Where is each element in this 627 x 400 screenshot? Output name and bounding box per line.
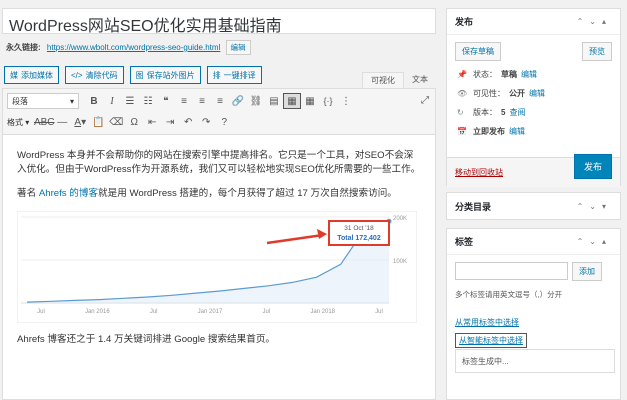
toolbar-toggle-icon[interactable]: ▦: [283, 93, 301, 109]
traffic-chart: 200K 100K Jul Jan 2016 Jul Jan 2017 Jul Jan 201…: [16, 210, 418, 324]
undo-icon[interactable]: ↶: [179, 114, 197, 130]
indent-icon[interactable]: ⇥: [161, 114, 179, 130]
special-char-icon[interactable]: Ω: [125, 114, 143, 130]
bullet-list-icon[interactable]: ☰: [121, 93, 139, 109]
blockquote-icon[interactable]: ❝: [157, 93, 175, 109]
media-buttons: 媒添加媒体 </> 清除代码 图保存站外图片 排一键排译: [4, 66, 262, 84]
calendar-icon: 📅: [457, 127, 467, 136]
pin-icon: 📌: [457, 70, 467, 79]
chevron-down-icon: ▾: [69, 96, 74, 106]
code-icon: </>: [71, 70, 83, 80]
more-icon[interactable]: ⋮: [337, 93, 355, 109]
permalink-url[interactable]: https://www.wbolt.com/wordpress-seo-guid…: [47, 43, 220, 52]
tags-header: 标签 ⌃⌄▴: [447, 229, 620, 255]
tags-box: 标签 ⌃⌄▴ 添加 多个标签请用英文逗号（,）分开 从常用标签中选择 从智能标签…: [446, 228, 621, 400]
editor-content[interactable]: WordPress 本身并不会帮助你的网站在搜索引擎中提高排名。它只是一个工具，…: [3, 135, 435, 371]
fullscreen-icon[interactable]: ⤢: [421, 95, 429, 106]
editor-tabs: 可视化 文本: [362, 72, 436, 88]
categories-box: 分类目录 ⌃⌄▾: [446, 192, 621, 220]
x-tick-label: Jan 2017: [198, 309, 223, 315]
clear-formatting-icon[interactable]: ⌫: [107, 114, 125, 130]
trash-link[interactable]: 移动到回收站: [455, 167, 503, 178]
format-icon: 排: [212, 70, 221, 80]
image-icon: 图: [135, 70, 144, 80]
visibility-row: 👁 可见性： 公开 编辑: [457, 88, 545, 99]
x-tick-label: Jul: [262, 309, 270, 315]
schedule-row: 📅 立即发布 编辑: [457, 126, 525, 137]
read-more-icon[interactable]: ▤: [265, 93, 283, 109]
tag-input[interactable]: [455, 262, 568, 280]
paragraph-1: WordPress 本身并不会帮助你的网站在搜索引擎中提高排名。它只是一个工具，…: [17, 150, 421, 175]
tag-generating-status: 标签生成中...: [455, 349, 615, 373]
x-tick-label: Jan 2018: [310, 309, 335, 315]
publish-box-header: 发布 ⌃⌄▴: [447, 9, 620, 35]
y-tick-label: 100K: [393, 259, 407, 265]
save-draft-button[interactable]: 保存草稿: [455, 42, 501, 61]
save-external-images-button[interactable]: 图保存站外图片: [129, 66, 201, 84]
align-right-icon[interactable]: ≡: [211, 93, 229, 109]
schedule-edit-link[interactable]: 编辑: [509, 126, 525, 137]
visibility-edit-link[interactable]: 编辑: [529, 88, 545, 99]
revisions-icon: ↻: [457, 108, 464, 117]
status-row: 📌 状态： 草稿 编辑: [457, 69, 537, 80]
ahrefs-blog-link[interactable]: Ahrefs 的博客: [39, 188, 98, 199]
x-tick-label: Jul: [150, 309, 158, 315]
editor-toolbar: 段落 ▾ B I ☰ ☷ ❝ ≡ ≡ ≡ 🔗 ⛓ ▤ ▦ ▦ {·} ⋮ 格式 ▾…: [3, 89, 435, 135]
format-select[interactable]: 段落 ▾: [7, 93, 79, 109]
code-block-icon[interactable]: {·}: [319, 93, 337, 109]
traffic-chart-svg: 200K 100K Jul Jan 2016 Jul Jan 2017 Jul Jan 201…: [16, 210, 418, 324]
x-tick-label: Jul: [375, 309, 383, 315]
permalink-edit-button[interactable]: 编辑: [225, 40, 251, 55]
tab-text[interactable]: 文本: [404, 72, 436, 88]
post-title-input[interactable]: WordPress网站SEO优化实用基础指南: [2, 8, 436, 35]
x-tick-label: Jul: [37, 309, 45, 315]
horizontal-line-icon[interactable]: —: [53, 114, 71, 130]
add-media-button[interactable]: 媒添加媒体: [4, 66, 59, 84]
italic-icon[interactable]: I: [103, 93, 121, 109]
align-left-icon[interactable]: ≡: [175, 93, 193, 109]
help-icon[interactable]: ?: [215, 114, 233, 130]
text-color-icon[interactable]: A ▾: [71, 114, 89, 130]
media-icon: 媒: [10, 70, 18, 80]
publish-box: 发布 ⌃⌄▴ 保存草稿 预览 📌 状态： 草稿 编辑 👁 可见性： 公开 编辑 ↻ 版本： 5 查…: [446, 8, 621, 187]
x-tick-label: Jan 2016: [85, 309, 110, 315]
table-icon[interactable]: ▦: [301, 93, 319, 109]
redo-icon[interactable]: ↷: [197, 114, 215, 130]
strikethrough-icon[interactable]: ABC: [34, 114, 55, 130]
unlink-icon[interactable]: ⛓: [247, 93, 265, 109]
revisions-link[interactable]: 查阅: [509, 107, 525, 118]
box-controls[interactable]: ⌃⌄▾: [577, 202, 612, 211]
preview-button[interactable]: 预览: [582, 42, 612, 61]
sidebar: 发布 ⌃⌄▴ 保存草稿 预览 📌 状态： 草稿 编辑 👁 可见性： 公开 编辑 ↻ 版本： 5 查…: [446, 0, 627, 400]
link-icon[interactable]: 🔗: [229, 93, 247, 109]
outdent-icon[interactable]: ⇤: [143, 114, 161, 130]
common-tags-link[interactable]: 从常用标签中选择: [455, 317, 519, 328]
permalink-row: 永久链接: https://www.wbolt.com/wordpress-se…: [6, 40, 251, 55]
add-tag-button[interactable]: 添加: [572, 262, 602, 281]
tag-hint: 多个标签请用英文逗号（,）分开: [455, 290, 563, 299]
paragraph-2: 著名 Ahrefs 的博客就是用 WordPress 搭建的，每个月获得了超过 …: [17, 188, 397, 199]
annotation-date: 31 Oct '18: [344, 225, 374, 232]
annotation-total: Total 172,402: [337, 235, 381, 242]
format-menu[interactable]: 格式 ▾: [7, 117, 29, 128]
editor: 段落 ▾ B I ☰ ☷ ❝ ≡ ≡ ≡ 🔗 ⛓ ▤ ▦ ▦ {·} ⋮ 格式 ▾…: [2, 88, 436, 400]
y-tick-label: 200K: [393, 216, 407, 222]
smart-tags-link[interactable]: 从智能标签中选择: [455, 333, 527, 348]
categories-header[interactable]: 分类目录 ⌃⌄▾: [447, 193, 620, 219]
publish-button[interactable]: 发布: [573, 154, 612, 179]
one-click-format-button[interactable]: 排一键排译: [206, 66, 262, 84]
box-controls[interactable]: ⌃⌄▴: [577, 237, 612, 246]
revisions-row: ↻ 版本： 5 查阅: [457, 107, 526, 118]
status-edit-link[interactable]: 编辑: [521, 69, 537, 80]
permalink-label: 永久链接:: [6, 43, 41, 52]
paragraph-3: Ahrefs 博客还之于 1.4 万关键词排进 Google 搜索结果首页。: [17, 334, 276, 345]
clear-code-button[interactable]: </> 清除代码: [65, 66, 124, 84]
box-controls[interactable]: ⌃⌄▴: [577, 17, 612, 26]
align-center-icon[interactable]: ≡: [193, 93, 211, 109]
numbered-list-icon[interactable]: ☷: [139, 93, 157, 109]
paste-text-icon[interactable]: 📋: [89, 114, 107, 130]
bold-icon[interactable]: B: [85, 93, 103, 109]
tab-visual[interactable]: 可视化: [362, 72, 404, 88]
eye-icon: 👁: [457, 89, 468, 98]
